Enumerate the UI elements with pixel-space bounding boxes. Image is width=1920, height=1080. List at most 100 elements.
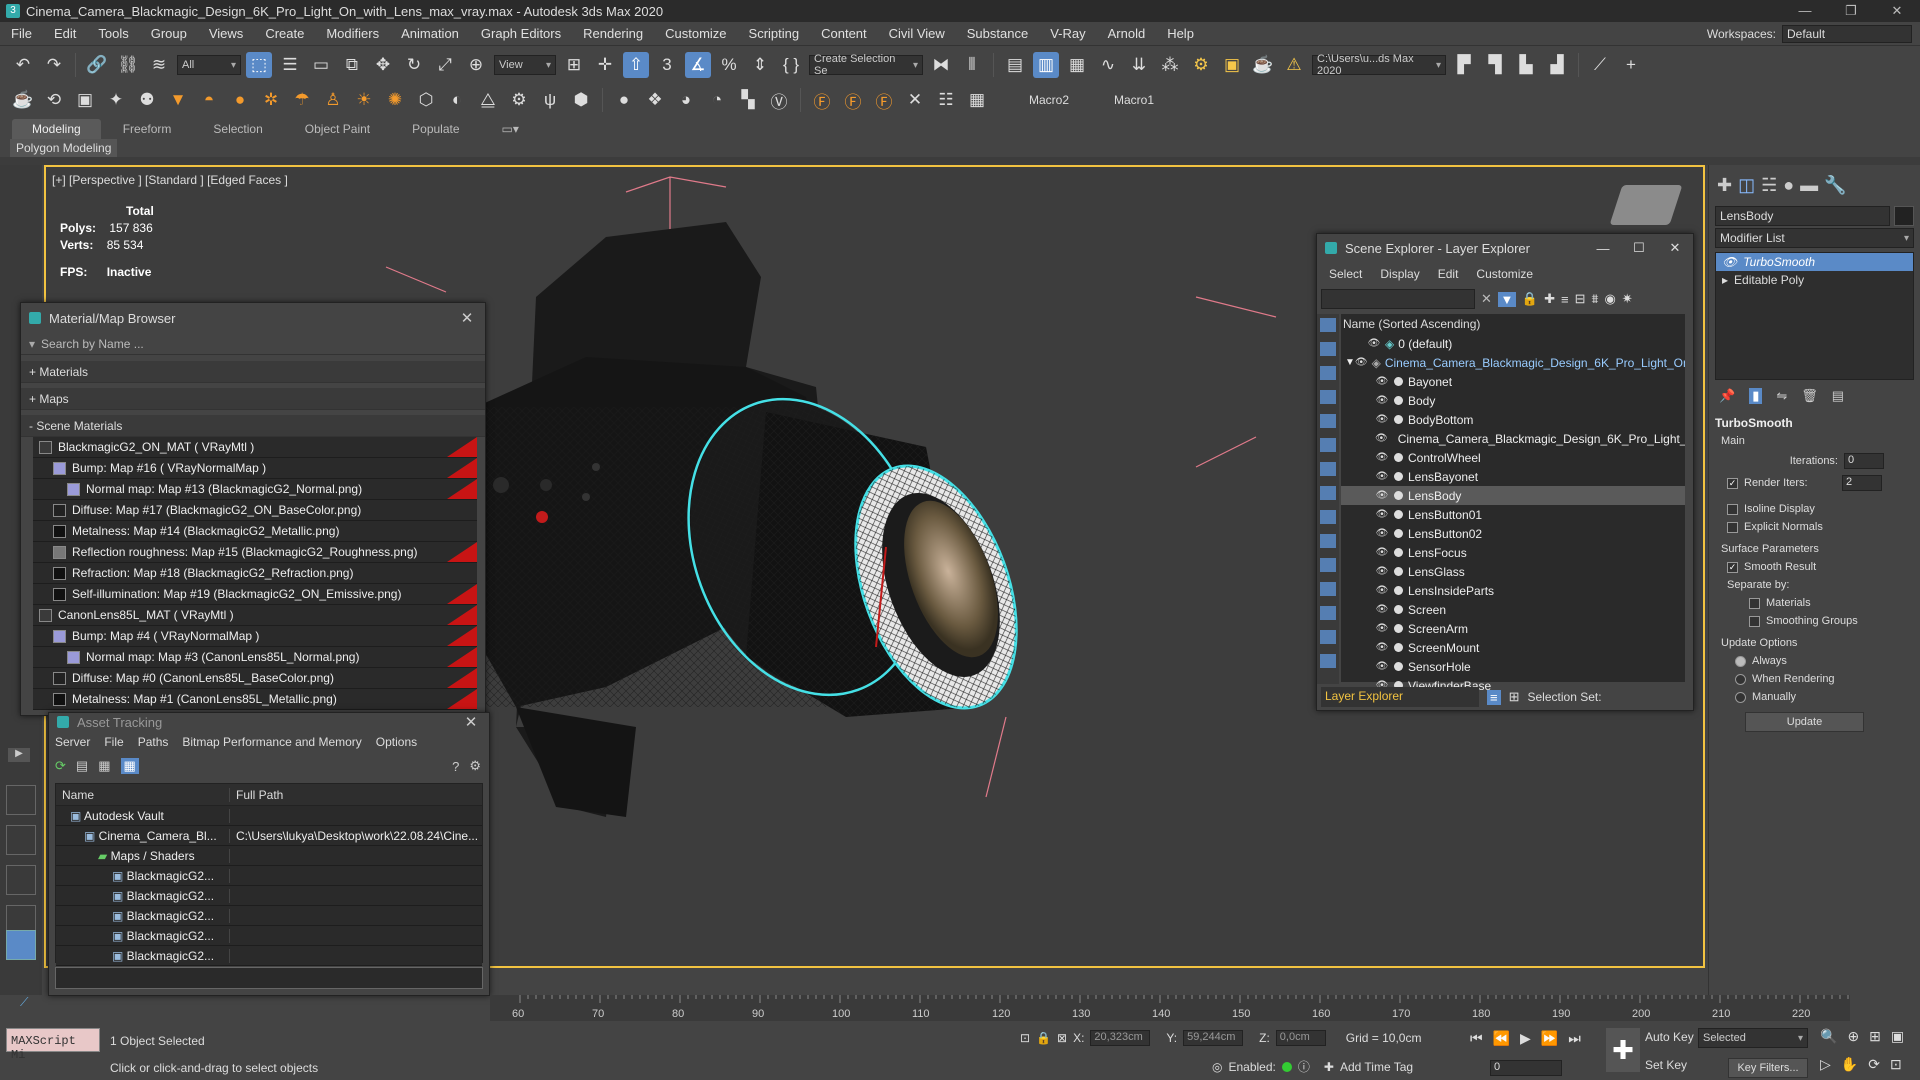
search-options-icon[interactable]: ▾ — [29, 337, 35, 351]
object-props-icon[interactable]: ⚉ — [134, 87, 160, 113]
layer-cinema-camera[interactable]: Cinema_Camera_Blackmagic_Design_6K_Pro_L… — [1385, 356, 1685, 370]
x-coord-field[interactable]: 20,323cm — [1090, 1030, 1151, 1046]
maximize-viewport-icon[interactable]: ▣ — [1891, 1028, 1904, 1045]
object-name-field[interactable]: LensBody — [1715, 206, 1890, 226]
scene-explorer-minimize-button[interactable]: — — [1585, 241, 1621, 256]
materials-checkbox[interactable] — [1749, 597, 1760, 609]
macro2-button[interactable]: Macro2 — [1029, 93, 1069, 107]
fp-script-2-icon[interactable]: Ⓕ — [840, 87, 866, 113]
grass-icon[interactable]: ψ — [537, 87, 563, 113]
material-row[interactable]: Refraction: Map #18 (BlackmagicG2_Refrac… — [33, 563, 477, 584]
layout-2-icon[interactable] — [6, 825, 36, 855]
render-dot-icon[interactable] — [1394, 643, 1403, 652]
menu-group[interactable]: Group — [140, 26, 198, 41]
turbosmooth-rollout-title[interactable]: TurboSmooth — [1715, 414, 1914, 432]
se-add-layer-icon[interactable]: ✚ — [1544, 291, 1555, 307]
col-name-header[interactable]: Name — [56, 787, 230, 802]
material-editor-icon[interactable]: ⁂ — [1157, 52, 1183, 78]
link-icon[interactable]: 🔗 — [84, 52, 110, 78]
scene-object-row[interactable]: 👁 LensBayonet — [1341, 467, 1685, 486]
material-row[interactable]: Metalness: Map #1 (CanonLens85L_Metallic… — [33, 689, 477, 710]
material-search-input[interactable]: Search by Name ... — [41, 337, 144, 351]
stack-item-turbosmooth[interactable]: 👁 TurboSmooth — [1716, 253, 1913, 271]
move-icon[interactable]: ✥ — [370, 52, 396, 78]
go-to-end-icon[interactable]: ⏭ — [1568, 1030, 1581, 1047]
utilities-tab-icon[interactable]: 🔧 — [1824, 175, 1846, 196]
se-layers-icon[interactable]: ≡ — [1561, 292, 1569, 307]
zoom-all-icon[interactable]: ⊕ — [1847, 1028, 1859, 1045]
show-end-result-icon[interactable]: ▮ — [1749, 388, 1763, 404]
render-setup-icon[interactable]: ⚙ — [1188, 52, 1214, 78]
scene-object-row[interactable]: 👁 LensInsideParts — [1341, 581, 1685, 600]
always-radio[interactable] — [1735, 655, 1746, 667]
scene-object-row[interactable]: 👁 BodyBottom — [1341, 410, 1685, 429]
se-filter-buttons[interactable] — [1320, 318, 1336, 678]
add-time-tag-icon[interactable]: ✚ — [1324, 1060, 1334, 1074]
se-menu-edit[interactable]: Edit — [1438, 267, 1459, 281]
tab-modeling[interactable]: Modeling — [12, 119, 101, 139]
asset-row[interactable]: ▣ Autodesk Vault — [56, 806, 482, 826]
asset-menu-bitmap[interactable]: Bitmap Performance and Memory — [182, 735, 361, 749]
group-visibility-icon[interactable]: 👁 — [1355, 357, 1368, 368]
material-row[interactable]: Diffuse: Map #0 (CanonLens85L_BaseColor.… — [33, 668, 477, 689]
scene-explorer-maximize-button[interactable]: ☐ — [1621, 240, 1657, 256]
tab-populate[interactable]: Populate — [392, 119, 479, 139]
maximize-toggle-icon[interactable]: ⊡ — [1890, 1056, 1902, 1073]
smooth-result-checkbox[interactable]: ✓ — [1727, 561, 1738, 573]
render-dot-icon[interactable] — [1394, 624, 1403, 633]
asset-table-icon[interactable]: ▦ — [98, 758, 110, 774]
rotate-icon[interactable]: ↻ — [401, 52, 427, 78]
modify-tab-icon[interactable]: ◫ — [1738, 175, 1755, 196]
isoline-checkbox[interactable] — [1727, 503, 1738, 515]
material-search-bar[interactable]: ▾ Search by Name ... — [21, 333, 485, 355]
angle-snap-icon[interactable]: ∡ — [685, 52, 711, 78]
section-maps[interactable]: + Maps — [21, 388, 485, 410]
create-tab-icon[interactable]: ✚ — [1717, 175, 1732, 196]
asset-menu-file[interactable]: File — [104, 735, 123, 749]
scene-object-row[interactable]: 👁 Cinema_Camera_Blackmagic_Design_6K_Pro_… — [1341, 429, 1685, 448]
select-by-name-icon[interactable]: ☰ — [277, 52, 303, 78]
refresh-icon[interactable]: ⟲ — [41, 87, 67, 113]
ribbon-options-icon[interactable]: ▭▾ — [482, 119, 539, 139]
macro1-button[interactable]: Macro1 — [1114, 93, 1154, 107]
lock-selection-icon[interactable]: 🔒 — [1036, 1031, 1051, 1045]
asset-row[interactable]: ▣ BlackmagicG2... — [56, 926, 482, 946]
y-coord-field[interactable]: 59,244cm — [1183, 1030, 1244, 1046]
visibility-eye-icon[interactable]: 👁 — [1375, 528, 1389, 539]
sky-icon[interactable]: ✺ — [382, 87, 408, 113]
reference-coord-dropdown[interactable]: View — [494, 55, 556, 75]
render-dot-icon[interactable] — [1394, 491, 1403, 500]
layout-1-icon[interactable] — [6, 785, 36, 815]
expand-layout-icon[interactable]: ▶ — [8, 748, 30, 762]
visibility-eye-icon[interactable]: 👁 — [1375, 623, 1389, 634]
sun-icon[interactable]: ☀ — [351, 87, 377, 113]
proxy-icon[interactable]: ⬡ — [413, 87, 439, 113]
group-collapse-icon[interactable]: ▼ — [1345, 357, 1355, 368]
se-menu-display[interactable]: Display — [1380, 267, 1419, 281]
project-path-dropdown[interactable]: C:\Users\u...ds Max 2020 — [1312, 53, 1446, 77]
menu-customize[interactable]: Customize — [654, 26, 737, 41]
modifier-eye-icon[interactable]: 👁 — [1722, 255, 1737, 269]
mini-curve-editor-icon[interactable]: ⟋ — [20, 995, 50, 1017]
asset-menu-options[interactable]: Options — [376, 735, 417, 749]
absolute-mode-icon[interactable]: ⊠ — [1057, 1031, 1067, 1045]
object-color-swatch[interactable] — [1894, 206, 1914, 226]
visibility-eye-icon[interactable]: 👁 — [1375, 433, 1388, 444]
render-icon[interactable]: ☕ — [1250, 52, 1276, 78]
render-dot-icon[interactable] — [1394, 662, 1403, 671]
pivot-icon[interactable]: ⊞ — [561, 52, 587, 78]
asset-row[interactable]: ▣ BlackmagicG2... — [56, 866, 482, 886]
asset-row[interactable]: ▣ Cinema_Camera_Bl... C:\Users\lukya\Desk… — [56, 826, 482, 846]
menu-views[interactable]: Views — [198, 26, 254, 41]
workspaces-dropdown[interactable]: Default — [1782, 24, 1912, 43]
light-icon[interactable]: ▼ — [165, 87, 191, 113]
close-button[interactable]: ✕ — [1874, 3, 1920, 19]
se-sun-icon[interactable]: ✷ — [1622, 291, 1633, 307]
render-dot-icon[interactable] — [1394, 529, 1403, 538]
scale-icon[interactable]: ⤢ — [432, 52, 458, 78]
visibility-eye-icon[interactable]: 👁 — [1375, 471, 1389, 482]
layer-explorer-icon[interactable]: ▥ — [1033, 52, 1059, 78]
auto-key-button[interactable]: Auto Key — [1645, 1030, 1694, 1044]
scene-object-row[interactable]: 👁 LensButton01 — [1341, 505, 1685, 524]
multi-material-icon[interactable]: ❖ — [642, 87, 668, 113]
